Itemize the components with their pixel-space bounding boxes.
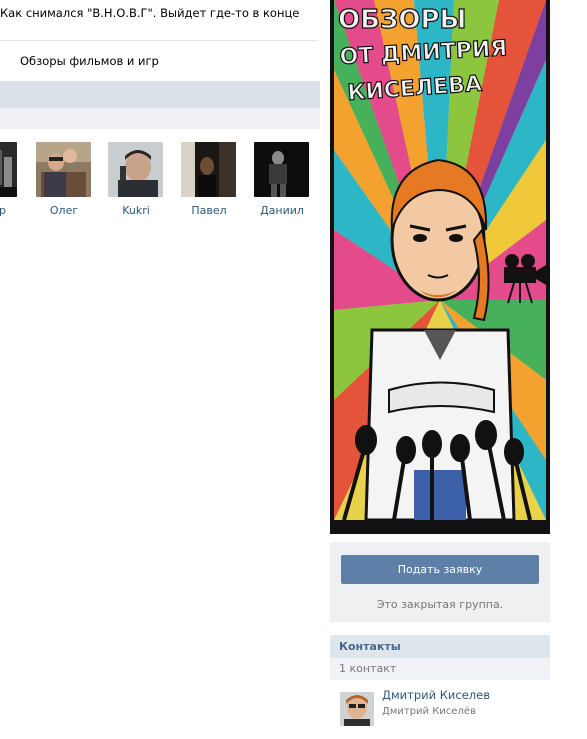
friend-name[interactable]: Павел: [181, 204, 237, 217]
contact-item[interactable]: Дмитрий Киселев Дмитрий Киселёв: [340, 688, 550, 728]
contacts-header[interactable]: Контакты: [330, 635, 550, 658]
wall-column: Как снимался "В.Н.О.В.Г". Выйдет где-то …: [0, 0, 320, 739]
closed-group-note: Это закрытая группа.: [376, 598, 504, 611]
friend-name[interactable]: Kukri: [108, 204, 164, 217]
friend-card[interactable]: Олег: [36, 142, 92, 217]
friend-name[interactable]: Даниил: [254, 204, 310, 217]
wall-post-text[interactable]: Как снимался "В.Н.О.В.Г". Выйдет где-то …: [0, 6, 299, 20]
contact-name[interactable]: Дмитрий Киселев: [382, 688, 490, 702]
friend-photo[interactable]: [0, 142, 17, 197]
divider: [0, 40, 318, 41]
friend-card[interactable]: ор: [0, 142, 17, 217]
contact-role: Дмитрий Киселёв: [382, 706, 476, 717]
poster-line-1: ОБЗОРЫ: [338, 5, 467, 35]
avatar[interactable]: [340, 692, 374, 726]
contacts-count: 1 контакт: [339, 662, 397, 675]
group-link[interactable]: Обзоры фильмов и игр: [20, 54, 159, 68]
friend-photo[interactable]: [108, 142, 163, 197]
group-avatar[interactable]: ОБЗОРЫ ОТ ДМИТРИЯ КИСЕЛЕВА: [330, 0, 550, 534]
contacts-count-bar: 1 контакт: [330, 658, 550, 680]
friend-card[interactable]: Kukri: [108, 142, 164, 217]
friend-photo[interactable]: [181, 142, 236, 197]
section-header-bar: [0, 81, 320, 108]
request-join-button[interactable]: Подать заявку: [341, 555, 539, 584]
friend-name[interactable]: Олег: [36, 204, 92, 217]
group-avatar-image: ОБЗОРЫ ОТ ДМИТРИЯ КИСЕЛЕВА: [330, 0, 550, 534]
friend-card[interactable]: Даниил: [254, 142, 310, 217]
friend-photo[interactable]: [36, 142, 91, 197]
section-subheader-bar: [0, 108, 320, 129]
join-panel: Подать заявку Это закрытая группа.: [330, 542, 550, 622]
friend-card[interactable]: Павел: [181, 142, 237, 217]
contacts-title[interactable]: Контакты: [339, 640, 401, 653]
friend-name[interactable]: ор: [0, 204, 6, 217]
friend-photo[interactable]: [254, 142, 309, 197]
